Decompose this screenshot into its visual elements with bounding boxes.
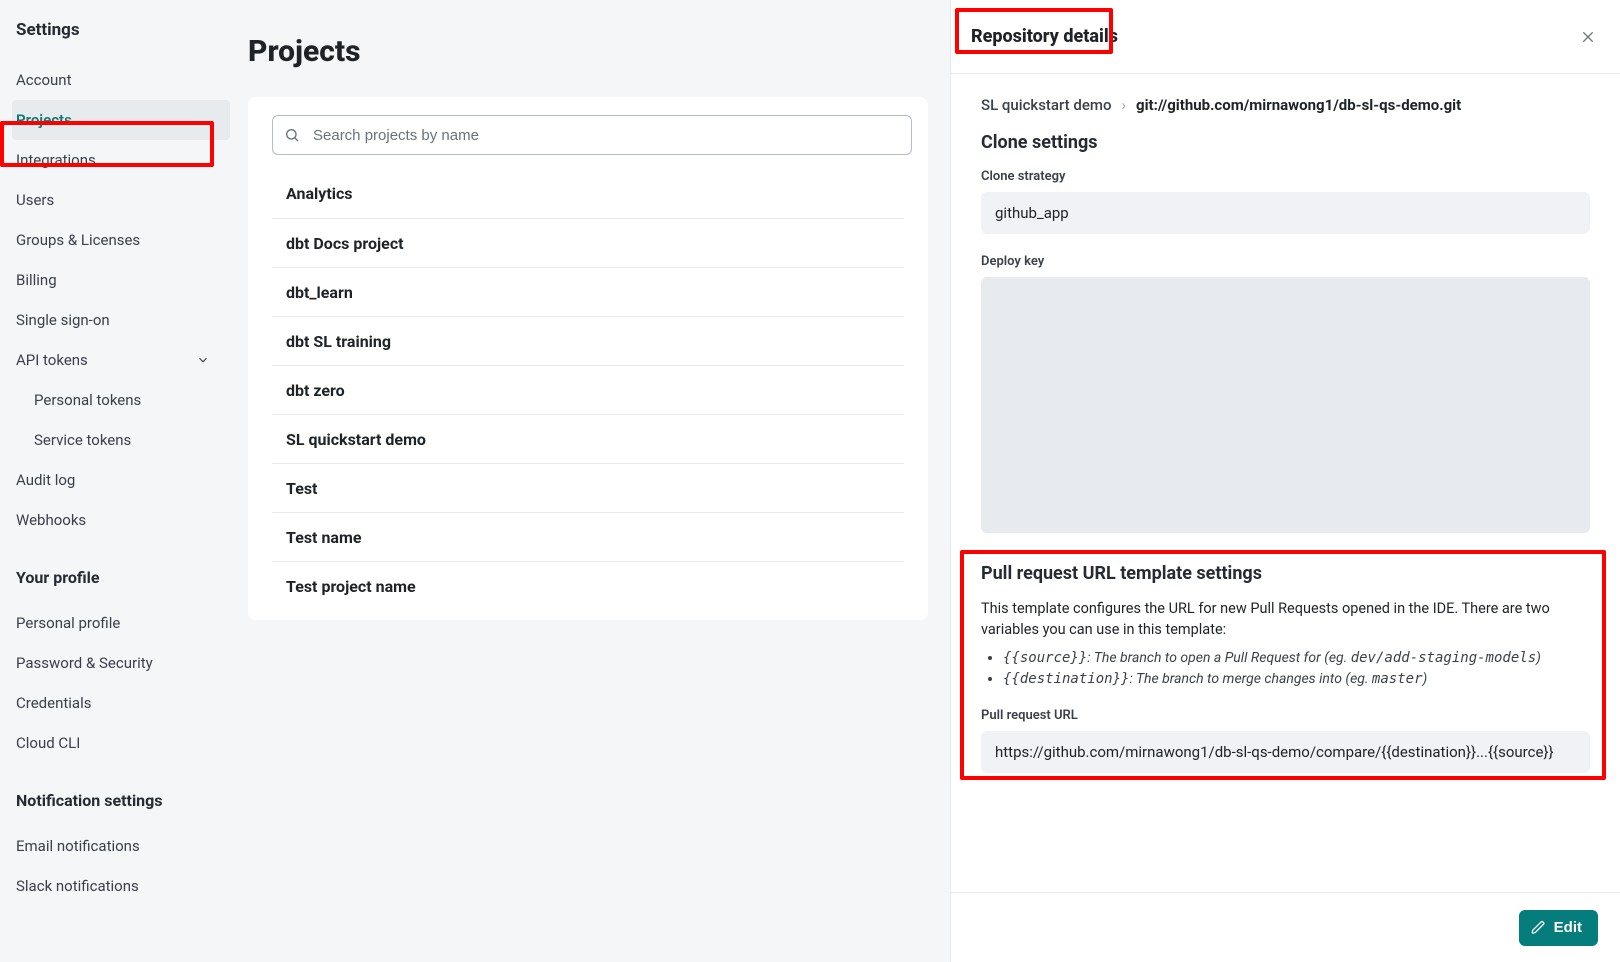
project-row[interactable]: Analytics (272, 169, 904, 218)
sidebar-item-slack-notifications[interactable]: Slack notifications (16, 866, 230, 906)
pencil-icon (1531, 920, 1546, 935)
clone-strategy-label: Clone strategy (981, 169, 1590, 184)
sidebar-item-personal-tokens[interactable]: Personal tokens (16, 380, 230, 420)
edit-button[interactable]: Edit (1519, 910, 1598, 946)
deploy-key-label: Deploy key (981, 254, 1590, 269)
sidebar-heading-notifications: Notification settings (16, 791, 230, 810)
panel-header: Repository details (951, 0, 1620, 74)
search-wrap (272, 115, 904, 155)
project-row[interactable]: dbt zero (272, 365, 904, 414)
clone-settings-heading: Clone settings (981, 132, 1590, 153)
sidebar-item-account[interactable]: Account (16, 60, 230, 100)
clone-strategy-value: github_app (981, 192, 1590, 234)
pr-var-source: {{source}}: The branch to open a Pull Re… (1003, 648, 1590, 669)
page-title: Projects (248, 34, 928, 69)
sidebar-item-billing[interactable]: Billing (16, 260, 230, 300)
sidebar-item-email-notifications[interactable]: Email notifications (16, 826, 230, 866)
sidebar-item-service-tokens[interactable]: Service tokens (16, 420, 230, 460)
projects-list: Analytics dbt Docs project dbt_learn dbt… (272, 169, 904, 610)
pr-url-label: Pull request URL (981, 708, 1590, 723)
sidebar-item-webhooks[interactable]: Webhooks (16, 500, 230, 540)
sidebar-item-cloud-cli[interactable]: Cloud CLI (16, 723, 230, 763)
repository-details-panel: Repository details SL quickstart demo › … (950, 0, 1620, 962)
breadcrumb-home[interactable]: SL quickstart demo (981, 96, 1111, 114)
sidebar-item-password-security[interactable]: Password & Security (16, 643, 230, 683)
sidebar-item-integrations[interactable]: Integrations (16, 140, 230, 180)
sidebar-item-groups-licenses[interactable]: Groups & Licenses (16, 220, 230, 260)
project-row[interactable]: dbt Docs project (272, 218, 904, 267)
sidebar-item-projects[interactable]: Projects (12, 100, 230, 140)
chevron-down-icon (196, 353, 210, 367)
project-row[interactable]: dbt SL training (272, 316, 904, 365)
panel-title: Repository details (971, 26, 1118, 47)
sidebar: Settings Account Projects Integrations U… (0, 0, 230, 962)
projects-card: Analytics dbt Docs project dbt_learn dbt… (248, 97, 928, 620)
search-input[interactable] (272, 115, 912, 155)
breadcrumb-current: git://github.com/mirnawong1/db-sl-qs-dem… (1136, 96, 1461, 114)
search-icon (284, 127, 300, 143)
sidebar-item-audit-log[interactable]: Audit log (16, 460, 230, 500)
main-content: Projects Analytics dbt Docs project dbt_… (248, 0, 928, 620)
sidebar-heading-profile: Your profile (16, 568, 230, 587)
breadcrumb-separator: › (1121, 96, 1126, 114)
sidebar-heading-settings: Settings (16, 20, 230, 40)
close-icon[interactable] (1580, 29, 1596, 45)
sidebar-item-api-tokens[interactable]: API tokens (16, 340, 230, 380)
panel-body: SL quickstart demo › git://github.com/mi… (951, 74, 1620, 892)
pr-url-value: https://github.com/mirnawong1/db-sl-qs-d… (981, 731, 1590, 773)
pr-var-destination: {{destination}}: The branch to merge cha… (1003, 669, 1590, 690)
breadcrumb: SL quickstart demo › git://github.com/mi… (981, 96, 1590, 114)
sidebar-item-credentials[interactable]: Credentials (16, 683, 230, 723)
project-row[interactable]: Test project name (272, 561, 904, 610)
panel-footer: Edit (951, 892, 1620, 962)
project-row[interactable]: Test name (272, 512, 904, 561)
pr-template-heading: Pull request URL template settings (981, 563, 1590, 584)
pr-template-description: This template configures the URL for new… (981, 598, 1590, 640)
sidebar-item-sso[interactable]: Single sign-on (16, 300, 230, 340)
project-row[interactable]: dbt_learn (272, 267, 904, 316)
project-row[interactable]: SL quickstart demo (272, 414, 904, 463)
deploy-key-value (981, 277, 1590, 533)
pr-template-variables: {{source}}: The branch to open a Pull Re… (981, 648, 1590, 690)
sidebar-item-personal-profile[interactable]: Personal profile (16, 603, 230, 643)
project-row[interactable]: Test (272, 463, 904, 512)
sidebar-item-users[interactable]: Users (16, 180, 230, 220)
